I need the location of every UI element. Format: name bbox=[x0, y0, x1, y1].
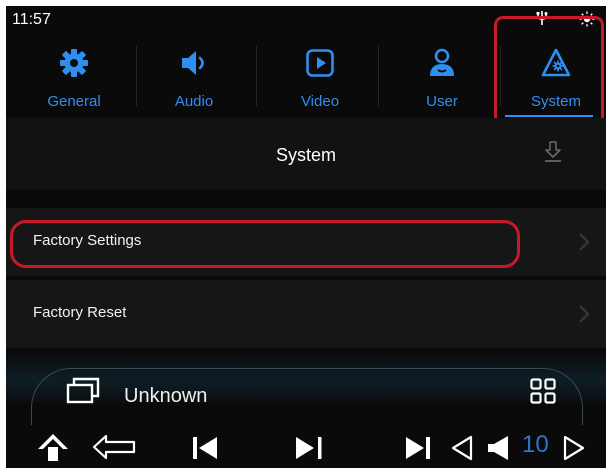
tab-label: Audio bbox=[174, 93, 214, 110]
play-icon bbox=[306, 49, 334, 77]
home-icon[interactable] bbox=[34, 432, 72, 462]
bottom-nav: 10 bbox=[6, 422, 606, 468]
tab-video[interactable]: Video bbox=[260, 36, 380, 116]
tab-audio[interactable]: Audio bbox=[134, 36, 254, 116]
volume-down-icon[interactable] bbox=[450, 435, 474, 461]
volume-icon bbox=[488, 436, 508, 460]
play-pause-icon[interactable] bbox=[294, 436, 328, 460]
multi-window-icon[interactable] bbox=[66, 376, 100, 404]
clock: 11:57 bbox=[12, 11, 51, 28]
highlight-system-tab bbox=[494, 16, 604, 127]
highlight-factory-settings bbox=[10, 220, 520, 268]
tab-label: General bbox=[47, 93, 101, 110]
tab-divider bbox=[256, 46, 257, 106]
speaker-icon bbox=[182, 51, 204, 75]
page-header: System bbox=[6, 118, 606, 190]
previous-icon[interactable] bbox=[191, 436, 219, 460]
media-title: Unknown bbox=[124, 385, 208, 407]
user-icon bbox=[430, 48, 454, 76]
apps-grid-icon[interactable] bbox=[530, 378, 556, 404]
chevron-right-icon bbox=[579, 233, 590, 251]
tab-general[interactable]: General bbox=[14, 36, 134, 116]
volume-level: 10 bbox=[522, 431, 549, 458]
next-icon[interactable] bbox=[404, 436, 432, 460]
media-bar: Unknown bbox=[6, 366, 606, 425]
chevron-right-icon bbox=[579, 305, 590, 323]
head-unit-screen: 11:57 General Audio Video User System Sy… bbox=[6, 6, 606, 468]
gear-icon bbox=[60, 49, 88, 77]
download-icon[interactable] bbox=[543, 140, 563, 164]
page-title: System bbox=[275, 145, 336, 165]
back-icon[interactable] bbox=[92, 434, 136, 460]
tab-label: User bbox=[426, 93, 458, 110]
volume-up-icon[interactable] bbox=[562, 435, 586, 461]
list-item-factory-reset[interactable]: Factory Reset bbox=[6, 280, 606, 348]
tab-label: Video bbox=[300, 93, 340, 110]
list-item-label: Factory Reset bbox=[33, 304, 127, 321]
tab-user[interactable]: User bbox=[382, 36, 502, 116]
tab-divider bbox=[378, 46, 379, 106]
media-bar-frame bbox=[31, 368, 583, 425]
